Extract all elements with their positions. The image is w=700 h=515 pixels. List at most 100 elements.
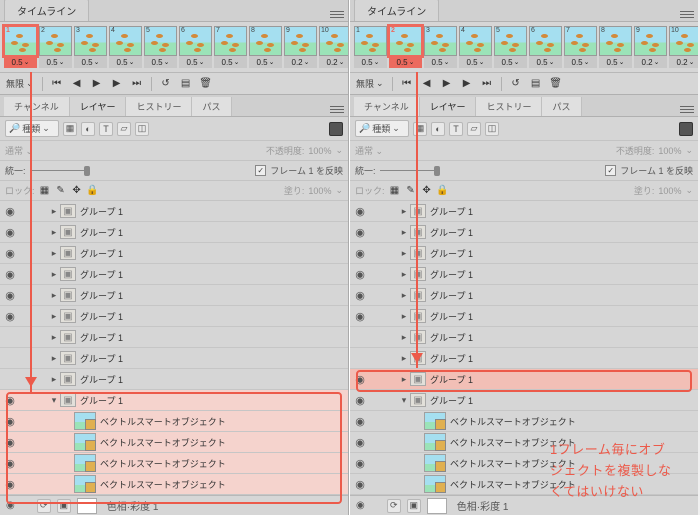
play-icon[interactable]: ▶: [91, 78, 103, 90]
layer-name[interactable]: グループ 1: [80, 247, 344, 260]
layer-name[interactable]: グループ 1: [80, 268, 344, 281]
frame-duration[interactable]: 0.5⌄: [109, 56, 142, 68]
layer-group-row[interactable]: ▸▣グループ 1: [0, 348, 348, 369]
timeline-frame[interactable]: 50.5⌄: [144, 26, 177, 68]
disclosure-icon[interactable]: ▸: [48, 353, 60, 364]
lock-paint-icon[interactable]: ✎: [55, 185, 67, 197]
frame-duration[interactable]: 0.5⌄: [249, 56, 282, 68]
layer-smart-row[interactable]: ◉ベクトルスマートオブジェクト: [0, 411, 348, 432]
layer-name[interactable]: グループ 1: [430, 268, 694, 281]
filter-pixel-icon[interactable]: ▦: [63, 122, 77, 136]
frame-duration[interactable]: 0.5⌄: [529, 56, 562, 68]
layer-group-row[interactable]: ◉▸▣グループ 1: [350, 285, 698, 306]
timeline-frame[interactable]: 70.5⌄: [564, 26, 597, 68]
tab-timeline[interactable]: タイムライン: [4, 0, 89, 21]
timeline-frame[interactable]: 10.5⌄: [4, 26, 37, 68]
disclosure-icon[interactable]: ▸: [48, 332, 60, 343]
layer-group-row[interactable]: ◉▸▣グループ 1: [350, 222, 698, 243]
layer-name[interactable]: グループ 1: [430, 289, 694, 302]
layer-group-row[interactable]: ◉▸▣グループ 1: [0, 306, 348, 327]
timeline-frame[interactable]: 10.5⌄: [354, 26, 387, 68]
frame-duration[interactable]: 0.5⌄: [354, 56, 387, 68]
layer-name[interactable]: グループ 1: [80, 373, 344, 386]
layer-group-row[interactable]: ◉▸▣グループ 1: [0, 285, 348, 306]
layer-name[interactable]: ベクトルスマートオブジェクト: [100, 436, 344, 449]
timeline-frame[interactable]: 90.2⌄: [634, 26, 667, 68]
visibility-toggle[interactable]: ◉: [0, 205, 20, 218]
blend-mode-dropdown[interactable]: 通常 ⌄: [355, 144, 383, 157]
timeline-frame[interactable]: 90.2⌄: [284, 26, 317, 68]
filter-kind-dropdown[interactable]: 🔎 種類 ⌄: [5, 120, 59, 137]
panel-menu-icon[interactable]: [680, 102, 694, 116]
frame-duration[interactable]: 0.5⌄: [424, 56, 457, 68]
layer-group-row[interactable]: ▸▣グループ 1: [0, 327, 348, 348]
next-frame-icon[interactable]: ▶: [111, 78, 123, 90]
panel-menu-icon[interactable]: [330, 102, 344, 116]
frame-duration[interactable]: 0.5⌄: [389, 56, 422, 68]
tab-channels[interactable]: チャンネル: [354, 97, 420, 116]
fill-value[interactable]: 100%: [308, 186, 331, 196]
visibility-toggle[interactable]: ◉: [0, 415, 20, 428]
layer-group-row[interactable]: ◉▾▣グループ 1: [0, 390, 348, 411]
unify-slider[interactable]: [30, 168, 90, 174]
panel-menu-icon[interactable]: [330, 7, 344, 21]
delete-frame-icon[interactable]: 🗑: [550, 78, 562, 90]
frame1-checkbox[interactable]: ✓: [605, 165, 616, 176]
first-frame-icon[interactable]: ⏮: [51, 78, 63, 90]
new-frame-icon[interactable]: ▤: [530, 78, 542, 90]
layer-name[interactable]: グループ 1: [430, 247, 694, 260]
opacity-value[interactable]: 100%: [308, 146, 331, 156]
layer-name[interactable]: ベクトルスマートオブジェクト: [100, 457, 344, 470]
filter-shape-icon[interactable]: ▱: [467, 122, 481, 136]
disclosure-icon[interactable]: ▸: [48, 374, 60, 385]
timeline-frame[interactable]: 30.5⌄: [74, 26, 107, 68]
layer-smart-row[interactable]: ◉ベクトルスマートオブジェクト: [350, 411, 698, 432]
tab-history[interactable]: ヒストリー: [476, 97, 542, 116]
layer-name[interactable]: グループ 1: [80, 310, 344, 323]
visibility-toggle[interactable]: ◉: [0, 247, 20, 260]
frame-duration[interactable]: 0.5⌄: [599, 56, 632, 68]
timeline-frame[interactable]: 40.5⌄: [459, 26, 492, 68]
lock-transparent-icon[interactable]: ▦: [389, 185, 401, 197]
visibility-toggle[interactable]: ◉: [350, 478, 370, 491]
layer-group-row[interactable]: ◉▸▣グループ 1: [0, 222, 348, 243]
layer-name[interactable]: グループ 1: [80, 331, 344, 344]
timeline-frame[interactable]: 60.5⌄: [179, 26, 212, 68]
new-frame-icon[interactable]: ▤: [180, 78, 192, 90]
lock-transparent-icon[interactable]: ▦: [39, 185, 51, 197]
frame-duration[interactable]: 0.5⌄: [74, 56, 107, 68]
visibility-toggle[interactable]: ◉: [0, 436, 20, 449]
frame-duration[interactable]: 0.5⌄: [179, 56, 212, 68]
disclosure-icon[interactable]: ▸: [48, 227, 60, 238]
mask-icon[interactable]: ▣: [407, 499, 421, 513]
visibility-toggle[interactable]: ◉: [350, 415, 370, 428]
frame-duration[interactable]: 0.2⌄: [319, 56, 348, 68]
layer-name[interactable]: グループ 1: [80, 205, 344, 218]
disclosure-icon[interactable]: ▸: [398, 227, 410, 238]
layer-smart-row[interactable]: ◉ベクトルスマートオブジェクト: [0, 453, 348, 474]
filter-kind-dropdown[interactable]: 🔎 種類 ⌄: [355, 120, 409, 137]
layer-name[interactable]: グループ 1: [430, 205, 694, 218]
layer-smart-row[interactable]: ◉ベクトルスマートオブジェクト: [0, 474, 348, 495]
visibility-toggle[interactable]: ◉: [350, 373, 370, 386]
disclosure-icon[interactable]: ▸: [398, 269, 410, 280]
visibility-toggle[interactable]: ◉: [350, 436, 370, 449]
disclosure-icon[interactable]: ▸: [398, 332, 410, 343]
hue-layer-name[interactable]: 色相·彩度 1: [107, 498, 159, 513]
frame-duration[interactable]: 0.5⌄: [459, 56, 492, 68]
layer-group-row[interactable]: ◉▸▣グループ 1: [350, 369, 698, 390]
visibility-toggle[interactable]: ◉: [350, 247, 370, 260]
layer-name[interactable]: グループ 1: [430, 394, 694, 407]
layer-smart-row[interactable]: ◉ ベクトルスマートオブジェクト: [0, 432, 348, 453]
frame-duration[interactable]: 0.5⌄: [144, 56, 177, 68]
layer-group-row[interactable]: ◉▸▣グループ 1: [0, 264, 348, 285]
layer-group-row[interactable]: ◉▸▣グループ 1: [350, 243, 698, 264]
next-frame-icon[interactable]: ▶: [461, 78, 473, 90]
disclosure-icon[interactable]: ▸: [398, 248, 410, 259]
layer-name[interactable]: グループ 1: [430, 352, 694, 365]
blend-mode-dropdown[interactable]: 通常 ⌄: [5, 144, 33, 157]
first-frame-icon[interactable]: ⏮: [401, 78, 413, 90]
filter-adjust-icon[interactable]: ◐: [81, 122, 95, 136]
visibility-toggle[interactable]: ◉: [0, 478, 20, 491]
layer-group-row[interactable]: ◉▾▣グループ 1: [350, 390, 698, 411]
